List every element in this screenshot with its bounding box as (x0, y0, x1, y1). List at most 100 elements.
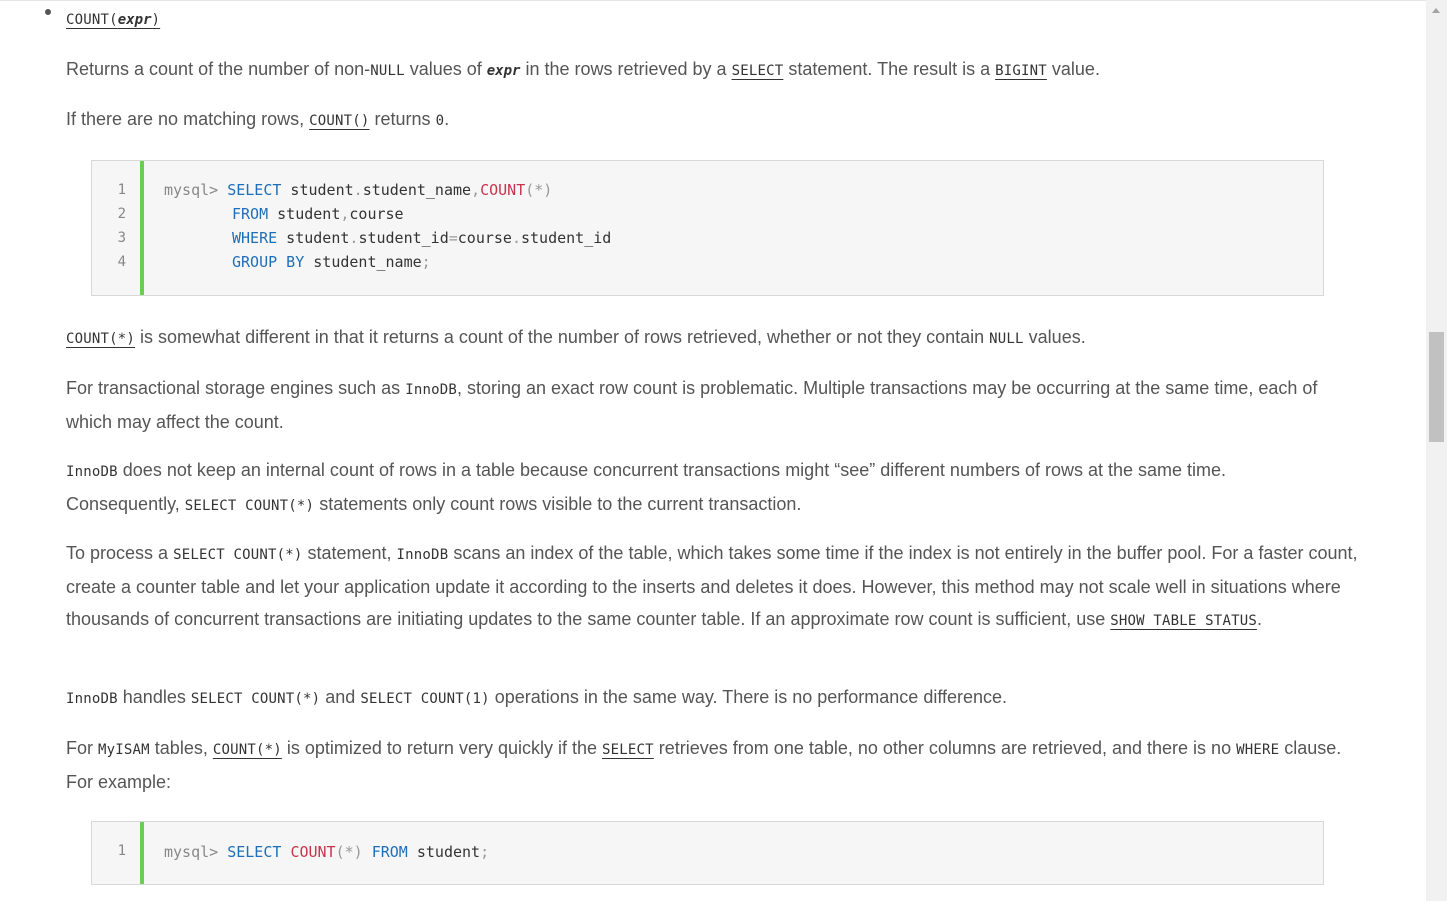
count-expr-link[interactable]: COUNT(expr) (66, 8, 160, 28)
code-select-count-1: SELECT COUNT(1) (360, 691, 490, 707)
vertical-scrollbar[interactable] (1426, 0, 1447, 901)
expr-emphasis: expr (486, 63, 521, 79)
paragraph-myisam: For MyISAM tables, COUNT(*) is optimized… (66, 732, 1356, 798)
punct: . (511, 229, 521, 247)
text: is optimized to return very quickly if t… (281, 738, 602, 758)
identifier: student_id (521, 229, 612, 247)
text: statements only count rows visible to th… (314, 494, 802, 514)
keyword: FROM (371, 843, 408, 861)
prompt: mysql> (164, 181, 219, 199)
code-null: NULL (370, 63, 405, 79)
text: and (320, 687, 361, 707)
identifier: student (281, 181, 354, 199)
line-number: 1 (117, 182, 126, 198)
text: If there are no matching rows, (66, 109, 310, 129)
text: returns (369, 109, 436, 129)
paragraph-innodb-handles: InnoDB handles SELECT COUNT(*) and SELEC… (66, 681, 1366, 715)
line-number: 2 (117, 206, 126, 222)
text: statement, (302, 543, 397, 563)
text: in the rows retrieved by a (520, 59, 732, 79)
paragraph-returns: Returns a count of the number of non-NUL… (66, 53, 1366, 87)
code-innodb: InnoDB (405, 382, 457, 398)
code-null: NULL (989, 331, 1024, 347)
text: For (66, 738, 99, 758)
paragraph-transactional: For transactional storage engines such a… (66, 372, 1366, 438)
code-line-1: mysql> SELECT COUNT(*) FROM student; (164, 843, 489, 861)
text: . (1256, 609, 1262, 629)
punct: ; (480, 843, 490, 861)
expr-arg: expr (117, 12, 152, 28)
paragraph-innodb-count: InnoDB does not keep an internal count o… (66, 454, 1306, 522)
identifier: student (407, 843, 481, 861)
scroll-thumb[interactable] (1429, 332, 1444, 442)
identifier: course (457, 229, 512, 247)
function: COUNT (290, 843, 336, 861)
code-innodb: InnoDB (66, 691, 118, 707)
text: values. (1023, 327, 1086, 347)
top-divider (0, 0, 1447, 1)
text: retrieves from one table, no other colum… (653, 738, 1237, 758)
code-innodb: InnoDB (396, 547, 449, 563)
function: COUNT (480, 181, 526, 199)
bullet-item-count-expr[interactable]: COUNT(expr) (66, 6, 160, 32)
identifier: student_name (362, 181, 472, 199)
list-bullet (45, 9, 51, 15)
keyword: FROM (232, 205, 269, 223)
punct: . (353, 181, 363, 199)
count-link[interactable]: COUNT() (309, 113, 369, 129)
line-number: 3 (117, 230, 126, 246)
text: tables, (149, 738, 213, 758)
scroll-up-arrow-icon[interactable] (1432, 8, 1440, 13)
line-number: 1 (117, 843, 126, 859)
text: operations in the same way. There is no … (489, 687, 1008, 707)
code-block-group-by: 1 2 3 4 mysql> SELECT student.student_na… (91, 160, 1324, 296)
count-star-link[interactable]: COUNT(*) (213, 742, 282, 758)
code-line-2: FROM student,course (232, 205, 404, 223)
punct: , (471, 181, 481, 199)
code-block-count-student: 1 mysql> SELECT COUNT(*) FROM student; (91, 821, 1324, 885)
code-myisam: MyISAM (98, 742, 150, 758)
line-number: 4 (117, 254, 126, 270)
code-line-4: GROUP BY student_name; (232, 253, 431, 271)
count-star-link[interactable]: COUNT(*) (66, 331, 135, 347)
text: To process a (66, 543, 174, 563)
paragraph-count-star: COUNT(*) is somewhat different in that i… (66, 321, 1366, 355)
code-line-3: WHERE student.student_id=course.student_… (232, 229, 611, 247)
code-select-count: SELECT COUNT(*) (190, 691, 321, 707)
paragraph-process-select: To process a SELECT COUNT(*) statement, … (66, 537, 1366, 637)
identifier: student (268, 205, 341, 223)
count-fn: COUNT( (66, 12, 118, 28)
show-table-status-link[interactable]: SHOW TABLE STATUS (1110, 613, 1257, 629)
code-innodb: InnoDB (66, 464, 118, 480)
identifier: student (277, 229, 350, 247)
select-link[interactable]: SELECT (732, 63, 784, 79)
punct: (*) (335, 843, 363, 861)
keyword: GROUP BY (232, 253, 305, 271)
code-where: WHERE (1236, 742, 1280, 758)
text: value. (1046, 59, 1100, 79)
text: handles (117, 687, 191, 707)
punct: ; (421, 253, 431, 271)
line-number-gutter: 1 2 3 4 (92, 161, 144, 295)
text: For transactional storage engines such a… (66, 378, 406, 398)
line-number-gutter: 1 (92, 822, 144, 884)
paragraph-no-matching: If there are no matching rows, COUNT() r… (66, 103, 1366, 137)
punct: (*) (525, 181, 553, 199)
keyword: SELECT (227, 181, 282, 199)
prompt: mysql> (164, 843, 219, 861)
text: . (444, 109, 450, 129)
code-line-1: mysql> SELECT student.student_name,COUNT… (164, 181, 552, 199)
code-select-count: SELECT COUNT(*) (173, 547, 303, 563)
text: values of (404, 59, 487, 79)
keyword: SELECT (227, 843, 282, 861)
text: Returns a count of the number of non- (66, 59, 371, 79)
count-close: ) (151, 12, 161, 28)
identifier: student_name (304, 253, 422, 271)
identifier: student_id (358, 229, 449, 247)
text: statement. The result is a (783, 59, 996, 79)
text: is somewhat different in that it returns… (135, 327, 990, 347)
select-link[interactable]: SELECT (602, 742, 654, 758)
code-zero: 0 (435, 113, 445, 129)
bigint-link[interactable]: BIGINT (995, 63, 1047, 79)
keyword: WHERE (232, 229, 278, 247)
